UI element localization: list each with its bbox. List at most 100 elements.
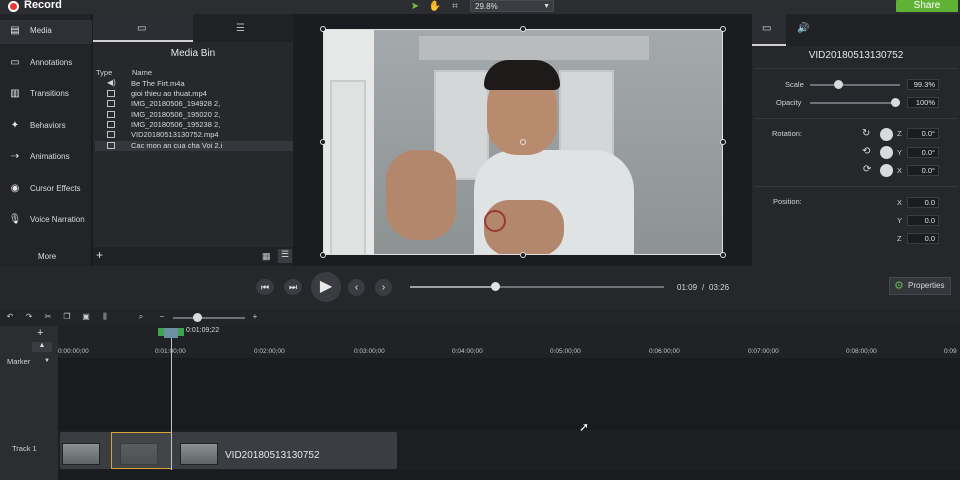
next-marker-icon[interactable]: › — [375, 279, 392, 296]
ring-image — [484, 210, 506, 232]
clip-selection[interactable] — [111, 432, 172, 469]
scrubber-progress — [410, 286, 496, 288]
position-x-field[interactable]: 0.0 — [907, 197, 939, 208]
resize-handle[interactable] — [720, 139, 726, 145]
redo-icon[interactable]: ↷ — [24, 312, 34, 322]
rail-item-voice-narration[interactable]: 🎙 Voice Narration — [0, 209, 92, 233]
time-separator: / — [702, 283, 705, 292]
tick-label: 0:08:00;00 — [846, 348, 877, 355]
zoom-in-icon[interactable]: + — [250, 312, 260, 322]
zoom-dropdown[interactable]: 29.8% ▼ — [470, 0, 554, 12]
rotation-x-field[interactable]: 0.0° — [907, 165, 939, 176]
rail-item-animations[interactable]: ⇢ Animations — [0, 146, 92, 170]
more-button[interactable]: More — [38, 252, 56, 261]
list-item[interactable]: IMG_20180506_195238 2, — [95, 120, 293, 130]
chevron-down-icon[interactable]: ▼ — [44, 358, 50, 364]
undo-icon[interactable]: ↶ — [5, 312, 15, 322]
list-item[interactable]: Cac mon an cua cha Voi 2.i — [95, 141, 293, 151]
tick-label: 0:09 — [944, 348, 957, 355]
record-button[interactable]: Record — [24, 0, 62, 11]
record-icon[interactable] — [8, 1, 19, 12]
resize-handle[interactable] — [520, 26, 526, 32]
timeline-zoom-slider[interactable] — [173, 317, 245, 319]
playhead-time: 0:01:09;22 — [186, 327, 220, 334]
opacity-field[interactable]: 100% — [907, 97, 939, 108]
opacity-slider-knob[interactable] — [891, 98, 900, 107]
step-forward-icon[interactable]: ⏭ — [284, 279, 302, 295]
library-tab-icon[interactable]: ☰ — [236, 23, 245, 34]
axis-label: Y — [897, 216, 903, 225]
list-item[interactable]: ◀) Be The Firt.m4a — [95, 78, 293, 89]
tick-label: 0:02:00;00 — [254, 348, 285, 355]
opacity-slider[interactable] — [810, 102, 900, 104]
rotate-x-icon: ⟳ — [863, 164, 872, 175]
resize-handle[interactable] — [520, 252, 526, 258]
scrubber-knob[interactable] — [491, 282, 501, 291]
image-file-icon — [107, 111, 115, 118]
animations-icon: ⇢ — [10, 151, 20, 162]
play-button[interactable]: ▶ — [311, 272, 341, 302]
rotation-x-dial[interactable] — [880, 164, 893, 177]
zoom-search-icon[interactable]: ⌕ — [136, 312, 146, 322]
resize-handle[interactable] — [720, 26, 726, 32]
copy-icon[interactable]: ❐ — [62, 312, 72, 322]
playhead-marker[interactable] — [164, 328, 178, 338]
pointer-tool-icon[interactable]: ➤ — [408, 0, 422, 13]
position-z-field[interactable]: 0.0 — [907, 233, 939, 244]
list-item[interactable]: IMG_20180506_195020 2, — [95, 110, 293, 120]
timeline-zoom-knob[interactable] — [193, 313, 202, 322]
resize-handle[interactable] — [320, 139, 326, 145]
resize-handle[interactable] — [320, 26, 326, 32]
transitions-icon: ▥ — [10, 88, 20, 99]
paste-icon[interactable]: ▣ — [81, 312, 91, 322]
image-file-icon — [107, 121, 115, 128]
rotation-y-dial[interactable] — [880, 146, 893, 159]
grid-view-icon[interactable]: ▦ — [262, 251, 271, 262]
crop-tool-icon[interactable]: ⌗ — [448, 0, 462, 13]
list-item[interactable]: IMG_20180506_194928 2, — [95, 99, 293, 109]
position-y-field[interactable]: 0.0 — [907, 215, 939, 226]
rotation-z-dial[interactable] — [880, 128, 893, 141]
list-item[interactable]: gioi thieu ao thuat.mp4 — [95, 89, 293, 99]
collapse-icon[interactable]: ▲ — [32, 342, 52, 352]
rail-item-cursor-effects[interactable]: ◉ Cursor Effects — [0, 178, 92, 202]
tick-label: 0:03:00;00 — [354, 348, 385, 355]
file-name: gioi thieu ao thuat.mp4 — [131, 89, 207, 98]
tab-media-bin[interactable]: ▭ — [93, 14, 193, 42]
scale-slider[interactable] — [810, 84, 900, 86]
rotation-y-field[interactable]: 0.0° — [907, 147, 939, 158]
share-button[interactable]: Share — [896, 0, 958, 12]
rail-item-annotations[interactable]: ▭ Annotations — [0, 52, 92, 76]
opacity-label: Opacity — [776, 98, 802, 107]
clip-thumbnail — [62, 443, 100, 465]
zoom-out-icon[interactable]: − — [157, 312, 167, 322]
audio-properties-icon[interactable]: 🔊 — [797, 23, 809, 34]
rail-item-behaviors[interactable]: ✦ Behaviors — [0, 115, 92, 139]
list-item[interactable]: VID20180513130752.mp4 — [95, 130, 293, 140]
pan-tool-icon[interactable]: ✋ — [428, 0, 442, 13]
video-file-icon — [107, 142, 115, 149]
file-name: IMG_20180506_195020 2, — [131, 110, 221, 119]
rail-item-label: Cursor Effects — [30, 184, 81, 193]
mouse-cursor-icon: ➚ — [579, 420, 590, 434]
rail-item-media[interactable]: ▤ Media — [0, 20, 92, 44]
rotation-z-field[interactable]: 0.0° — [907, 128, 939, 139]
playhead-line[interactable] — [171, 330, 172, 470]
cut-icon[interactable]: ✂ — [43, 312, 53, 322]
previous-marker-icon[interactable]: ‹ — [348, 279, 365, 296]
tab-visual-properties[interactable]: ▭ — [752, 14, 786, 46]
rotation-handle[interactable] — [520, 139, 526, 145]
tick-label: 0:04:00;00 — [452, 348, 483, 355]
add-media-button[interactable]: + — [96, 248, 103, 262]
rail-item-transitions[interactable]: ▥ Transitions — [0, 83, 92, 107]
resize-handle[interactable] — [320, 252, 326, 258]
step-back-icon[interactable]: ⏮ — [256, 279, 274, 295]
axis-label: X — [897, 198, 903, 207]
properties-button[interactable]: ⚙ Properties — [889, 277, 951, 295]
scale-field[interactable]: 99.3% — [907, 79, 939, 90]
file-name: IMG_20180506_195238 2, — [131, 120, 221, 129]
add-track-button[interactable]: + — [37, 327, 43, 339]
list-view-icon[interactable]: ☰ — [278, 249, 292, 263]
split-icon[interactable]: ⫼ — [100, 312, 110, 322]
resize-handle[interactable] — [720, 252, 726, 258]
